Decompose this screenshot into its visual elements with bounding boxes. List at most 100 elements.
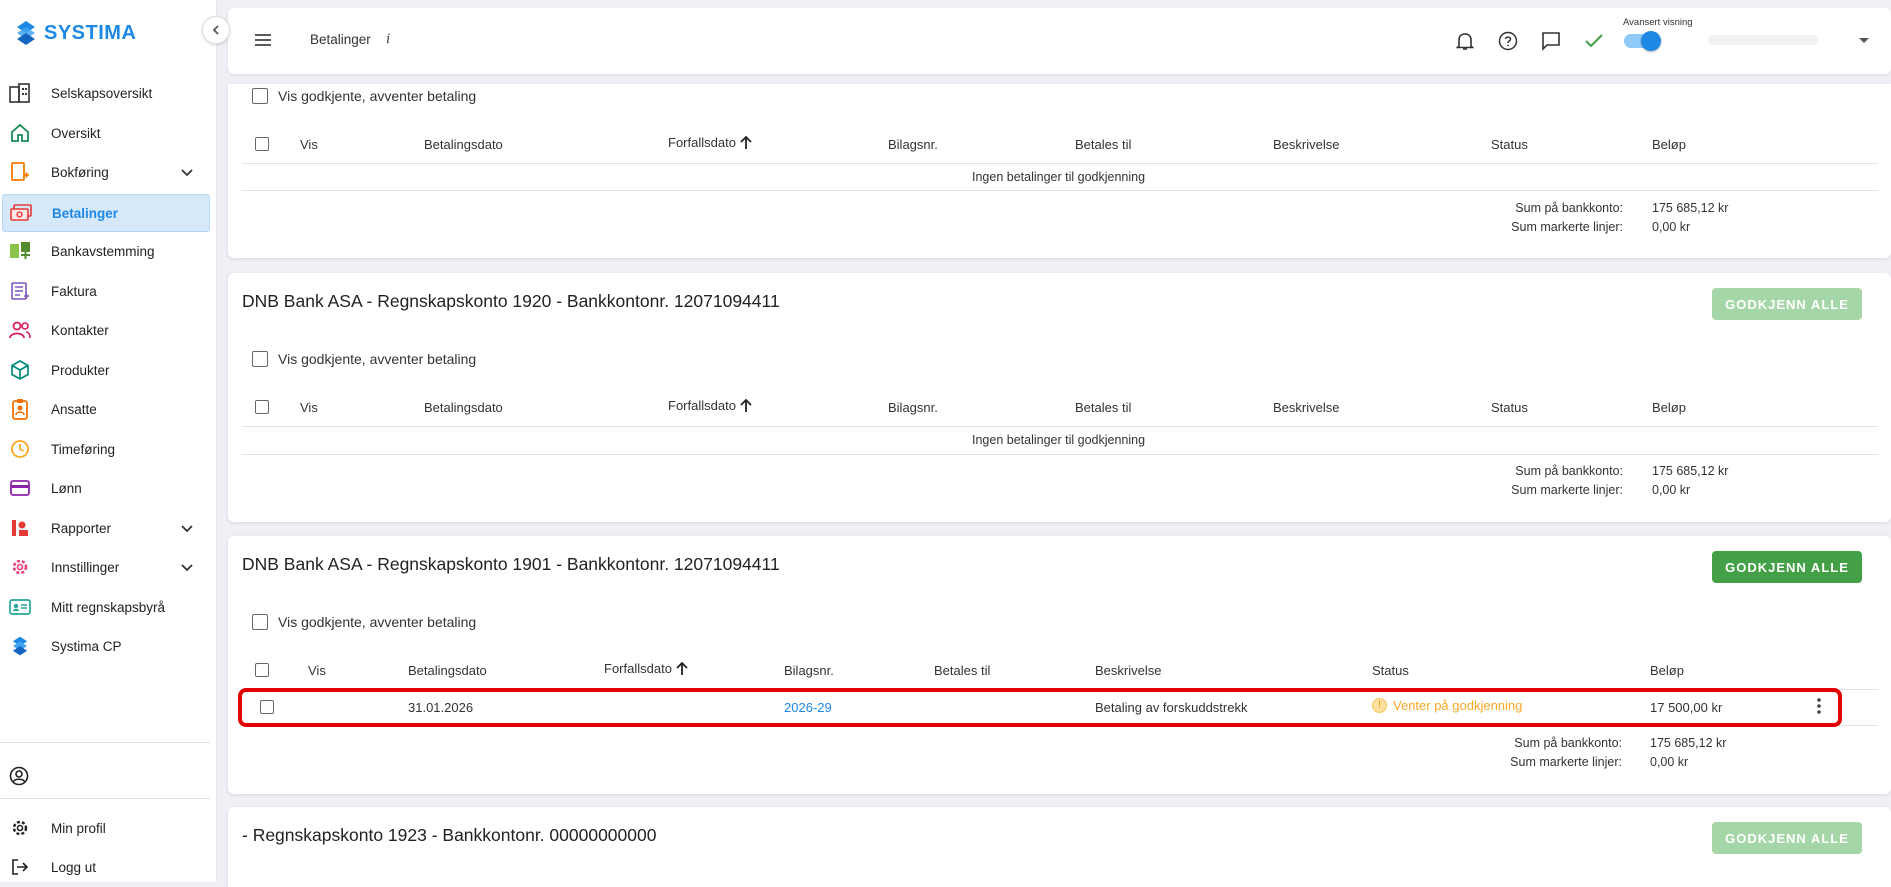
column-header-voucher-no[interactable]: Bilagsnr. [888,400,938,415]
bank-account-title: DNB Bank ASA - Regnskapskonto 1920 - Ban… [242,291,780,311]
column-header-pay-to[interactable]: Betales til [1075,137,1131,152]
user-account-button[interactable] [2,758,42,794]
column-header-payment-date[interactable]: Betalingsdato [408,663,487,678]
sidebar-item-label: Systima CP [51,638,122,654]
checkmark-icon[interactable] [1582,29,1606,53]
sidebar-item-label: Kontakter [51,322,109,338]
column-header-payment-date[interactable]: Betalingsdato [424,137,503,152]
advanced-view-toggle[interactable] [1624,31,1661,51]
column-header-due-date[interactable]: Forfallsdato [668,135,753,150]
column-header-description[interactable]: Beskrivelse [1095,663,1161,678]
invoice-icon [9,280,31,302]
help-icon[interactable] [1496,29,1520,53]
accounting-firm-icon [9,596,31,618]
sum-bank-label: Sum på bankkonto: [1514,736,1622,750]
caret-down-icon[interactable] [1858,33,1870,48]
column-header-pay-to[interactable]: Betales til [934,663,990,678]
sort-arrow-up-icon [676,661,688,675]
sidebar-item-timeforing[interactable]: Timeføring [2,431,208,467]
sidebar-item-bankavstemming[interactable]: Bankavstemming [2,233,208,269]
chat-icon[interactable] [1539,29,1563,53]
top-bar: Betalinger i Avansert visning [228,8,1891,74]
column-header-status[interactable]: Status [1491,400,1528,415]
sidebar-item-mitt-regnskapsbyra[interactable]: Mitt regnskapsbyrå [2,589,208,625]
sidebar-item-label: Bankavstemming [51,243,155,259]
chevron-down-icon [180,521,196,535]
bank-account-card: Vis godkjente, avventer betaling Vis Bet… [228,84,1891,258]
row-status-label: Venter på godkjenning [1393,698,1523,713]
column-header-pay-to[interactable]: Betales til [1075,400,1131,415]
sidebar-item-label: Oversikt [51,125,101,141]
approve-all-button[interactable]: GODKJENN ALLE [1712,288,1862,320]
sidebar-item-bokforing[interactable]: Bokføring [2,154,208,190]
column-header-description[interactable]: Beskrivelse [1273,137,1339,152]
column-header-status[interactable]: Status [1491,137,1528,152]
menu-icon[interactable] [254,33,272,50]
select-all-checkbox[interactable] [255,137,269,151]
row-voucher-link[interactable]: 2026-29 [784,700,832,715]
sum-marked-value: 0,00 kr [1650,755,1689,769]
sidebar-item-systima-cp[interactable]: Systima CP [2,628,208,664]
more-options-icon[interactable] [1816,697,1822,718]
sidebar-item-label: Mitt regnskapsbyrå [51,599,166,615]
sidebar-item-min-profil[interactable]: Min profil [2,810,208,846]
sidebar-item-label: Rapporter [51,520,112,536]
column-header-description[interactable]: Beskrivelse [1273,400,1339,415]
account-circle-icon [9,765,29,787]
column-header-amount[interactable]: Beløp [1652,400,1686,415]
empty-table-message: Ingen betalinger til godkjenning [972,433,1146,447]
notifications-bell-icon[interactable] [1453,29,1477,53]
advanced-view-label: Avansert visning [1623,17,1693,28]
chevron-down-icon [180,165,196,179]
select-all-checkbox[interactable] [255,663,269,677]
column-header-status[interactable]: Status [1372,663,1409,678]
empty-table-message: Ingen betalinger til godkjenning [972,170,1146,184]
approve-all-button[interactable]: GODKJENN ALLE [1712,822,1862,854]
show-approved-checkbox[interactable] [252,351,268,367]
company-selector-value[interactable] [1708,35,1818,45]
sidebar-item-label: Produkter [51,362,110,378]
sidebar-item-betalinger[interactable]: Betalinger [2,194,210,232]
sum-bank-value: 175 685,12 kr [1652,464,1729,478]
sidebar-item-kontakter[interactable]: Kontakter [2,312,208,348]
column-header-label: Forfallsdato [668,398,736,413]
bank-account-card: DNB Bank ASA - Regnskapskonto 1920 - Ban… [228,273,1891,522]
sidebar-item-oversikt[interactable]: Oversikt [2,115,208,151]
home-icon [9,122,31,144]
sidebar-item-logg-ut[interactable]: Logg ut [2,849,208,885]
column-header-due-date[interactable]: Forfallsdato [668,398,753,413]
payroll-icon [9,477,31,499]
column-header-voucher-no[interactable]: Bilagsnr. [888,137,938,152]
column-header-vis: Vis [300,400,318,415]
column-header-payment-date[interactable]: Betalingsdato [424,400,503,415]
row-checkbox[interactable] [260,700,274,714]
column-header-amount[interactable]: Beløp [1652,137,1686,152]
bank-account-title: - Regnskapskonto 1923 - Bankkontonr. 000… [242,825,657,845]
approve-all-button[interactable]: GODKJENN ALLE [1712,551,1862,583]
show-approved-checkbox[interactable] [252,88,268,104]
sidebar-item-label: Lønn [51,480,82,496]
select-all-checkbox[interactable] [255,400,269,414]
row-amount: 17 500,00 kr [1650,700,1723,715]
sidebar-item-innstillinger[interactable]: Innstillinger [2,549,208,585]
collapse-sidebar-button[interactable] [202,16,230,44]
info-icon[interactable]: i [386,31,390,48]
show-approved-label: Vis godkjente, avventer betaling [278,88,477,104]
column-header-amount[interactable]: Beløp [1650,663,1684,678]
sidebar-item-lonn[interactable]: Lønn [2,470,208,506]
sidebar-item-label: Timeføring [51,441,116,457]
sidebar-divider [0,798,210,799]
sidebar-item-rapporter[interactable]: Rapporter [2,510,208,546]
logout-icon [9,856,31,878]
sidebar-divider [0,742,210,743]
column-header-voucher-no[interactable]: Bilagsnr. [784,663,834,678]
sidebar-item-selskapsoversikt[interactable]: Selskapsoversikt [2,75,208,111]
show-approved-checkbox[interactable] [252,614,268,630]
column-header-due-date[interactable]: Forfallsdato [604,661,689,676]
sidebar-item-faktura[interactable]: Faktura [2,273,208,309]
systima-logo[interactable]: SYSTIMA [14,19,136,47]
sum-marked-label: Sum markerte linjer: [1511,483,1623,497]
sidebar-item-produkter[interactable]: Produkter [2,352,208,388]
sidebar-item-ansatte[interactable]: Ansatte [2,391,208,427]
gear-icon [9,556,31,578]
